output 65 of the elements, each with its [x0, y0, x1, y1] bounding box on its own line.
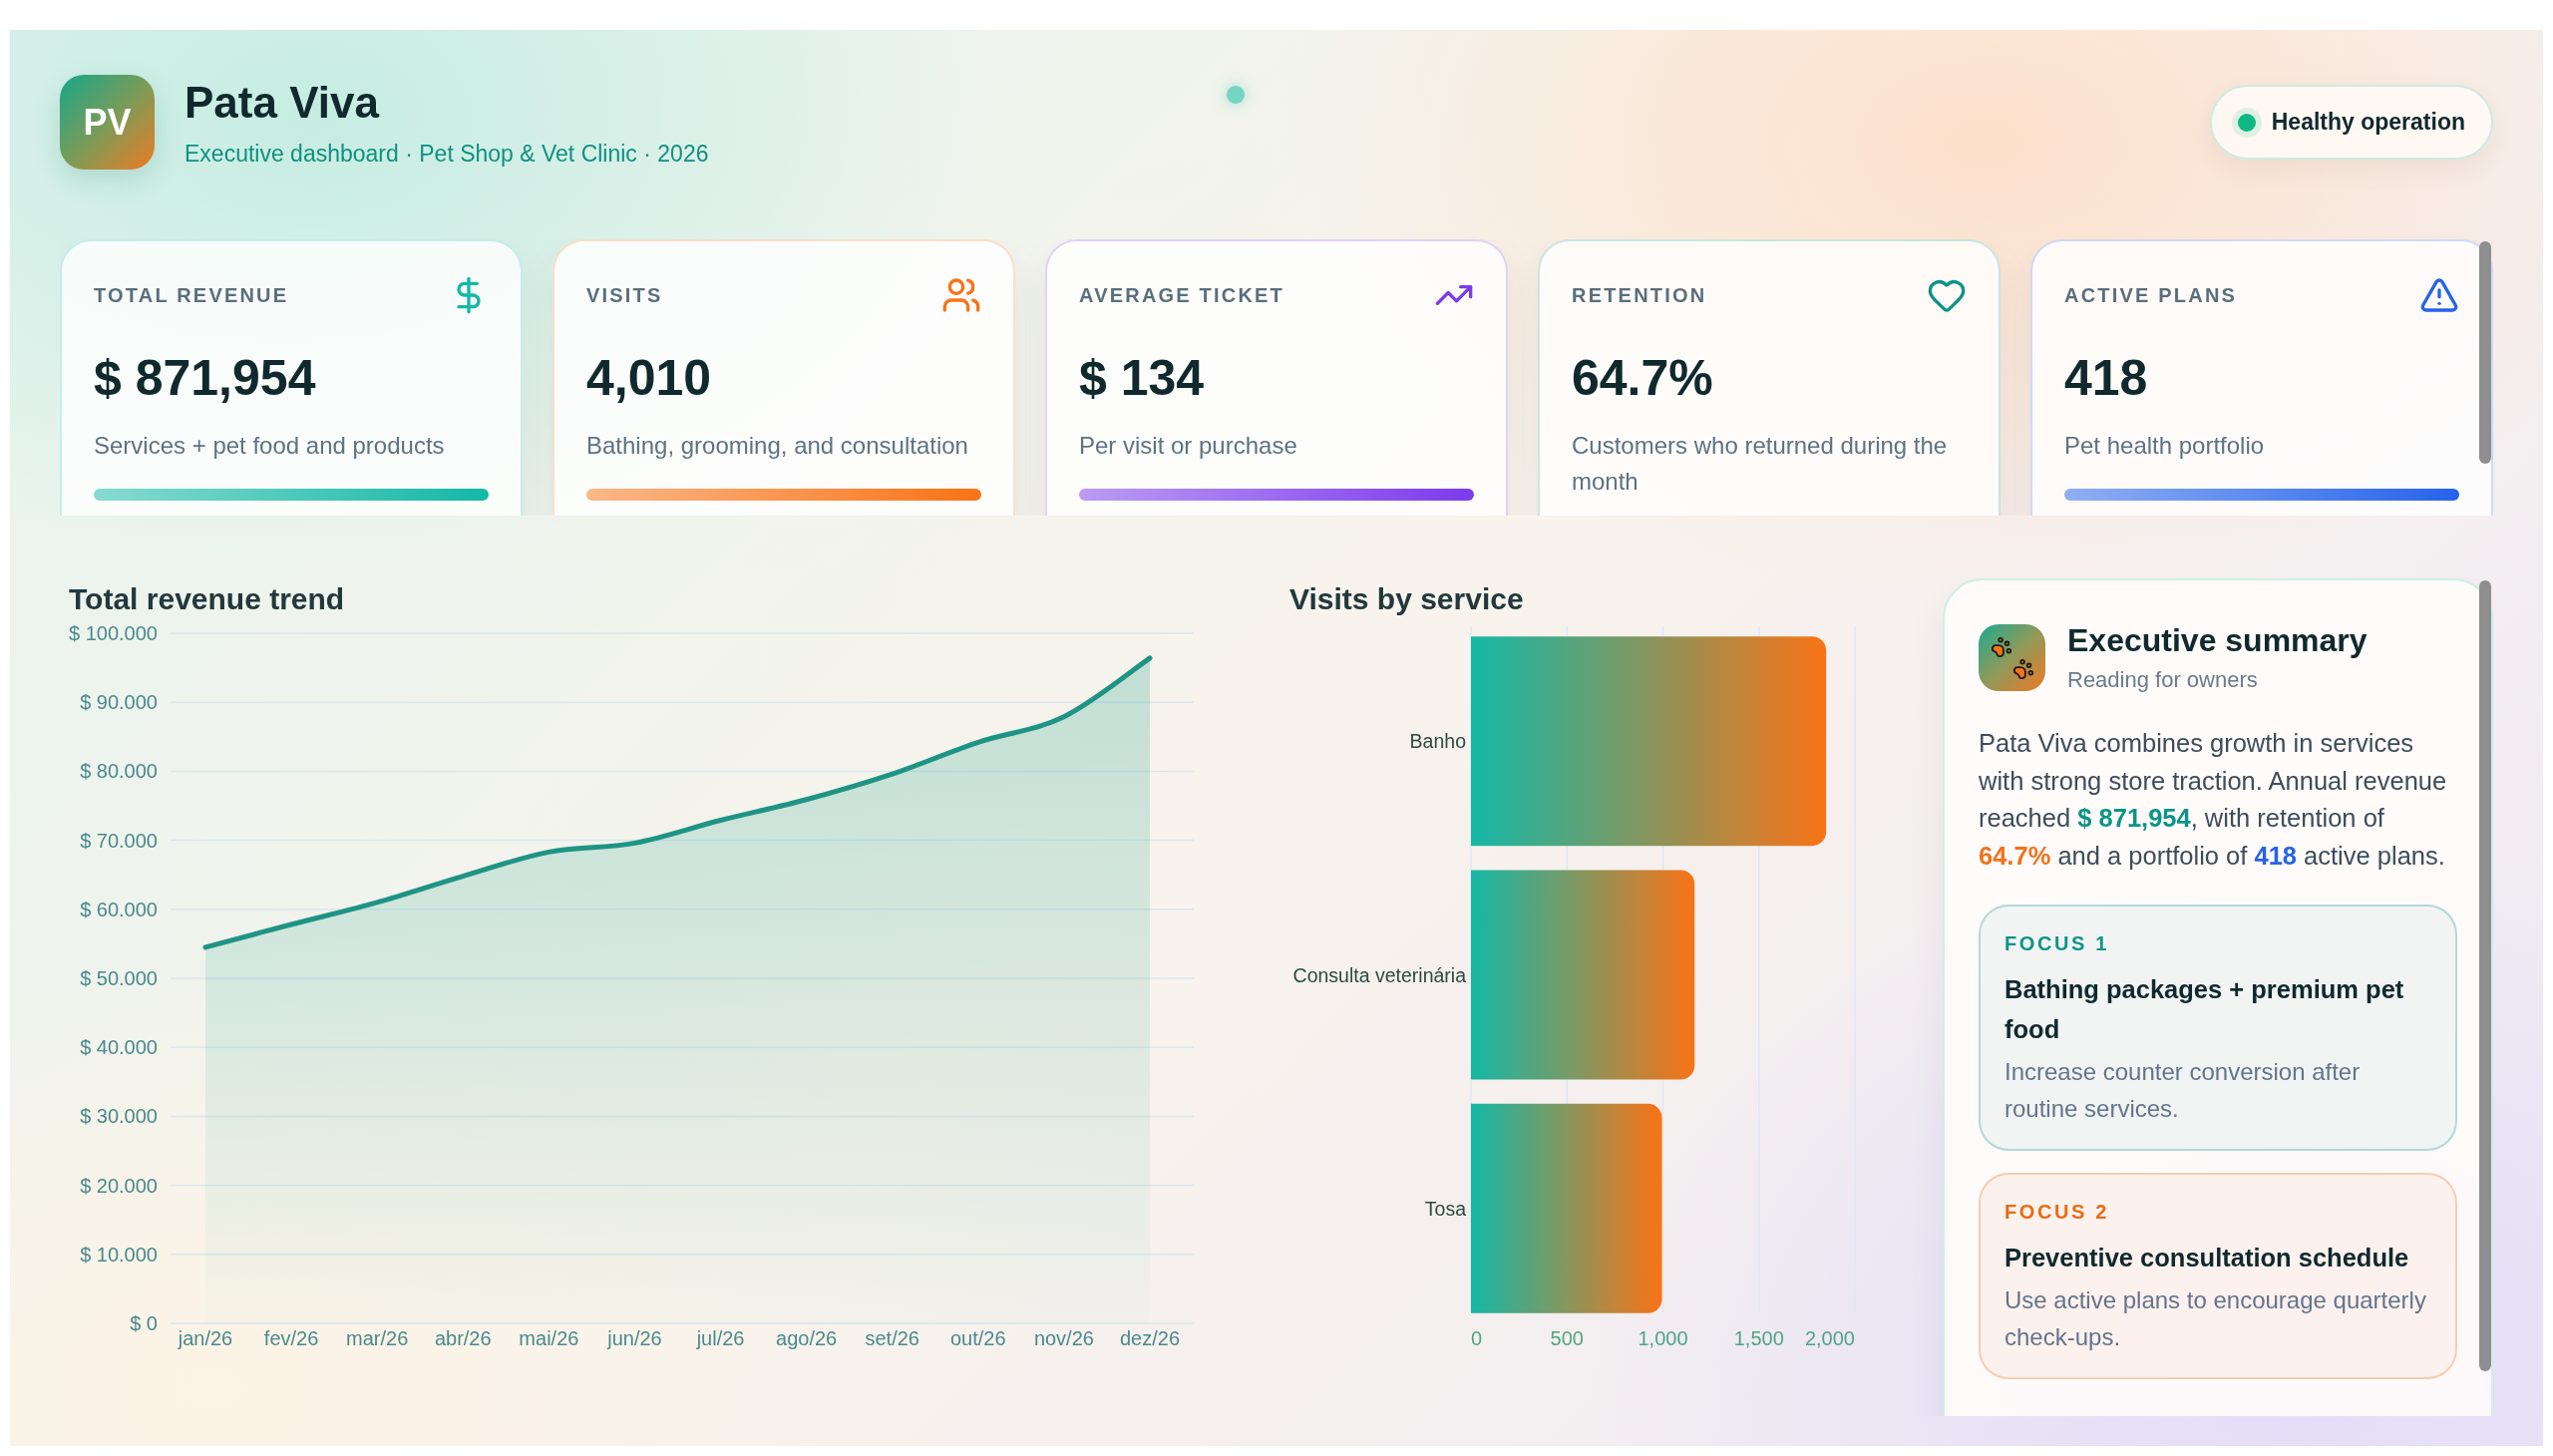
x-axis-label: nov/26: [1033, 1327, 1094, 1349]
focus-title: Preventive consultation schedule: [2005, 1243, 2410, 1274]
brand-logo: PV: [60, 75, 155, 170]
chart-title: Visits by service: [1288, 581, 1525, 617]
kpi-value: 4,010: [586, 349, 713, 408]
y-axis-label: $ 100.000: [69, 622, 158, 644]
brand-title: Pata Viva: [184, 76, 381, 129]
y-axis-label: $ 70.000: [80, 829, 158, 852]
kpi-label: TOTAL REVENUE: [94, 283, 289, 307]
x-axis-label: 0: [1471, 1327, 1483, 1349]
scrollbar-thumb[interactable]: [2479, 580, 2491, 1371]
category-label: Tosa: [1424, 1197, 1466, 1220]
x-axis-label: out/26: [950, 1327, 1006, 1349]
kpi-note: Services + pet food and products: [94, 431, 446, 461]
dot-icon: [1227, 86, 1245, 104]
y-axis-label: $ 10.000: [80, 1243, 158, 1266]
summary-paragraph: Pata Viva combines growth in services with strong store traction. Annual revenue reached $ 871,954, with retention of 64.7% and a portfolio of 418 active plans.: [1979, 728, 2448, 872]
kpi-note: Bathing, grooming, and consultation: [586, 431, 969, 461]
y-axis-label: $ 30.000: [80, 1105, 158, 1128]
focus-label: FOCUS 1: [2005, 931, 2110, 955]
x-axis-label: ago/26: [776, 1327, 838, 1349]
y-axis-label: $ 50.000: [80, 967, 158, 989]
kpi-label: VISITS: [586, 283, 663, 307]
status-label: Healthy operation: [2271, 109, 2465, 136]
kpi-value: 64.7%: [1572, 349, 1714, 408]
kpi-value: $ 871,954: [94, 349, 317, 408]
x-axis-label: jun/26: [607, 1327, 662, 1349]
y-axis-label: $ 0: [130, 1312, 158, 1334]
focus-text: Use active plans to encourage quarterly check-ups.: [2005, 1285, 2427, 1352]
y-axis-label: $ 20.000: [80, 1174, 158, 1197]
x-axis-label: 1,000: [1638, 1327, 1688, 1349]
kpi-note: Pet health portfolio: [2064, 431, 2266, 461]
focus-label: FOCUS 2: [2005, 1200, 2110, 1224]
focus-title: Bathing packages + premium pet food: [2005, 974, 2405, 1045]
kpi-value: 418: [2064, 349, 2149, 408]
summary-subtitle: Reading for owners: [2067, 666, 2259, 694]
kpi-value: $ 134: [1079, 349, 1206, 408]
chart-title: Total revenue trend: [68, 581, 346, 617]
x-axis-label: dez/26: [1119, 1327, 1181, 1349]
y-axis-label: $ 80.000: [80, 760, 158, 783]
x-axis-label: mai/26: [519, 1327, 579, 1349]
x-axis-label: jul/26: [696, 1327, 745, 1349]
x-axis-label: abr/26: [434, 1327, 492, 1349]
kpi-label: ACTIVE PLANS: [2064, 283, 2238, 307]
brand-subtitle: Executive dashboard · Pet Shop & Vet Clinic · 2026: [184, 139, 709, 169]
x-axis-label: jan/26: [178, 1327, 233, 1349]
y-axis-label: $ 60.000: [80, 898, 158, 920]
y-axis-label: $ 90.000: [80, 691, 158, 714]
kpi-label: AVERAGE TICKET: [1079, 283, 1284, 307]
x-axis-label: 2,000: [1804, 1327, 1855, 1349]
x-axis-label: set/26: [865, 1327, 919, 1349]
category-label: Consulta veterinária: [1292, 963, 1466, 986]
y-axis-label: $ 40.000: [80, 1036, 158, 1059]
x-axis-label: fev/26: [263, 1327, 319, 1349]
x-axis-label: 1,500: [1733, 1327, 1784, 1349]
kpi-note: Per visit or purchase: [1079, 431, 1298, 461]
summary-title: Executive summary: [2067, 621, 2368, 660]
x-axis-label: mar/26: [346, 1327, 409, 1349]
kpi-label: RETENTION: [1572, 283, 1707, 307]
kpi-note: Customers who returned during the month: [1572, 431, 1949, 497]
paw-icon: [1979, 624, 2045, 691]
scrollbar-thumb[interactable]: [2479, 241, 2491, 464]
focus-text: Increase counter conversion after routine services.: [2005, 1057, 2362, 1124]
category-label: Banho: [1409, 730, 1466, 753]
x-axis-label: 500: [1550, 1327, 1584, 1349]
